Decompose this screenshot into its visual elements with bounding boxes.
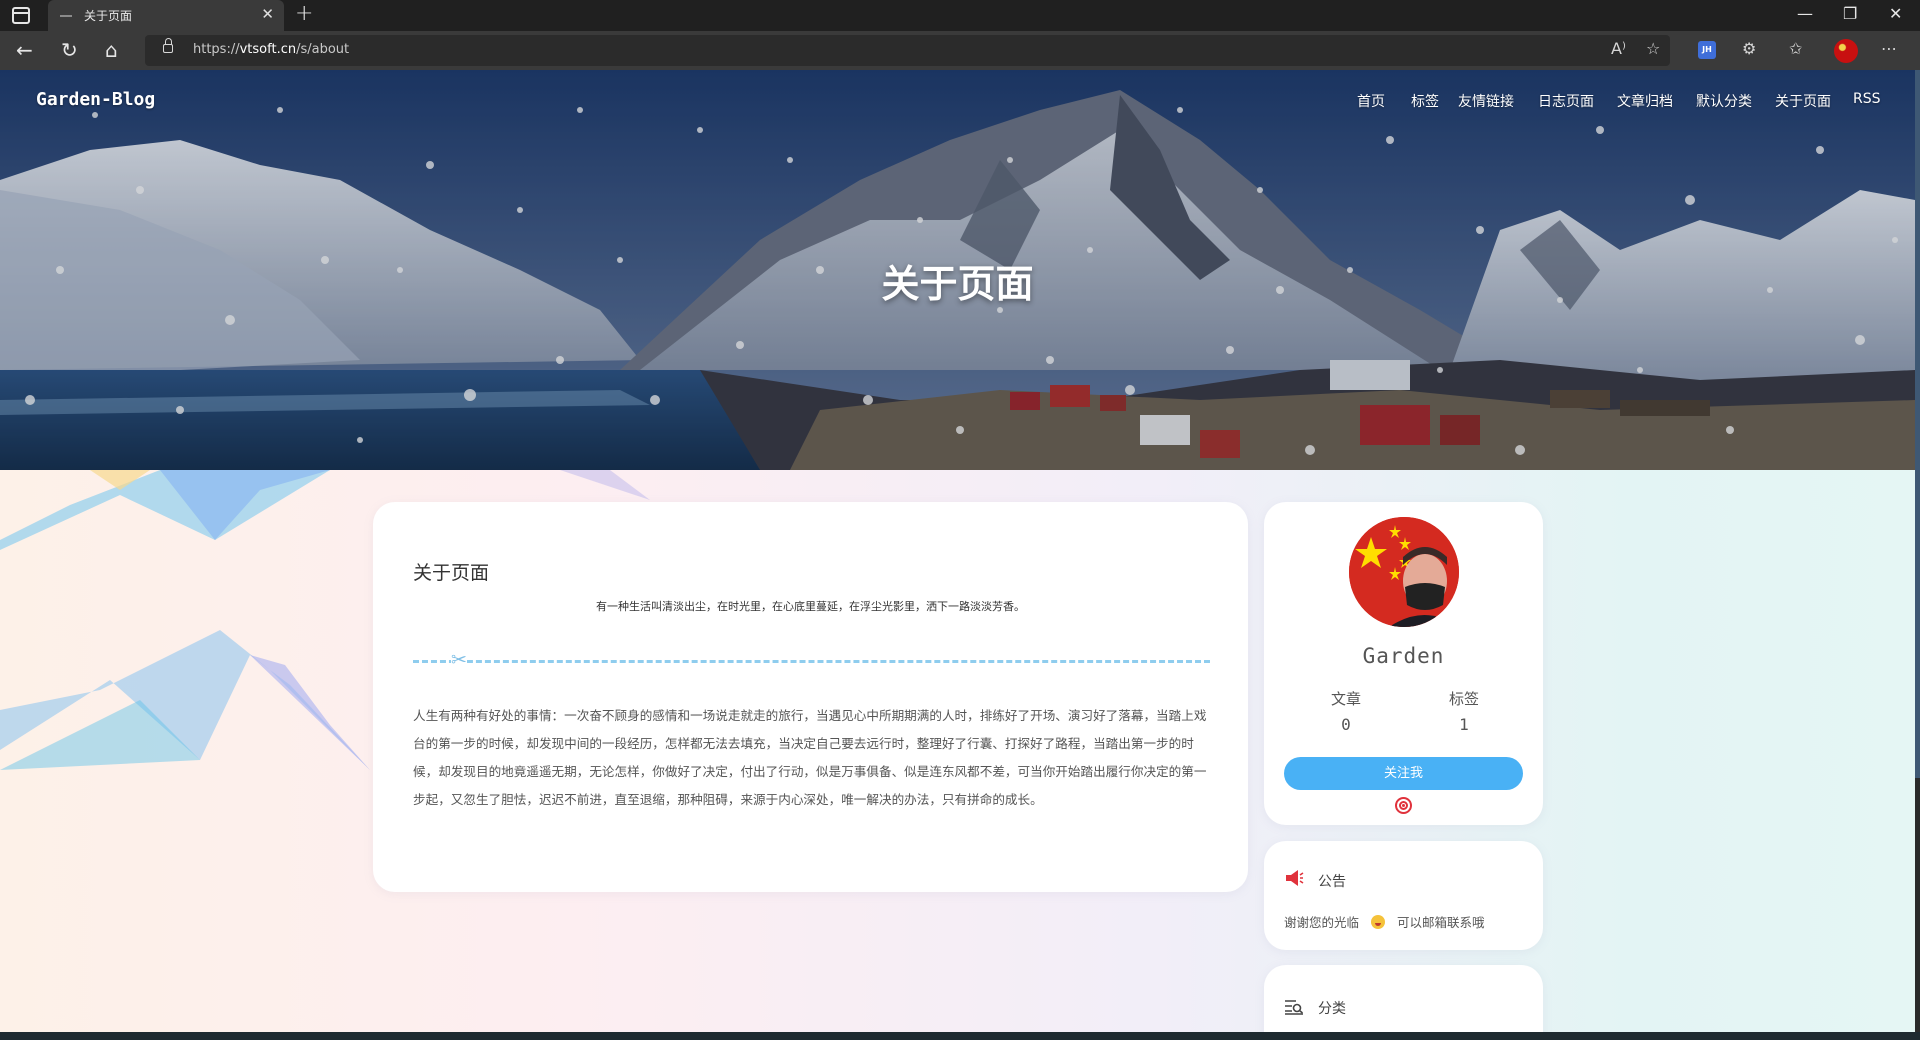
tab-actions-icon[interactable] — [12, 7, 30, 24]
minimize-icon[interactable]: — — [1797, 4, 1813, 23]
site-brand[interactable]: Garden-Blog — [36, 89, 155, 110]
article-title: 关于页面 — [413, 562, 490, 584]
dashed-divider — [413, 660, 1210, 663]
back-icon[interactable]: ← — [16, 38, 33, 62]
announcement-title: 公告 — [1318, 874, 1346, 890]
announcement-text: 谢谢您的光临 可以邮箱联系哦 — [1284, 915, 1485, 930]
stat-value-tags[interactable]: 1 — [1424, 715, 1504, 734]
scissors-icon: ✂ — [451, 649, 467, 671]
nav-archive[interactable]: 文章归档 — [1617, 91, 1673, 111]
new-tab-button[interactable]: + — [295, 1, 313, 26]
stat-value-articles[interactable]: 0 — [1306, 715, 1386, 734]
stat-label-tags[interactable]: 标签 — [1424, 688, 1504, 709]
tab-favicon-icon — [60, 15, 72, 17]
author-avatar[interactable] — [1349, 517, 1459, 627]
nav-home[interactable]: 首页 — [1357, 91, 1385, 111]
scrollbar-thumb[interactable] — [1915, 70, 1920, 778]
add-favorite-icon[interactable]: ☆ — [1646, 39, 1660, 58]
author-card: Garden 文章 0 标签 1 关注我 — [1264, 502, 1543, 825]
category-list-icon — [1285, 1000, 1304, 1015]
hero-title: 关于页面 — [881, 262, 1034, 306]
nav-journal[interactable]: 日志页面 — [1538, 91, 1594, 111]
hero-banner: Garden-Blog 首页 标签 友情链接 日志页面 文章归档 默认分类 关于… — [0, 70, 1915, 470]
author-name: Garden — [1362, 644, 1445, 668]
home-icon[interactable]: ⌂ — [105, 38, 118, 62]
category-card: 分类 — [1264, 965, 1543, 1032]
target-icon[interactable] — [1395, 797, 1412, 814]
nav-about[interactable]: 关于页面 — [1775, 91, 1831, 111]
extensions-icon[interactable]: ⚙ — [1742, 39, 1756, 58]
profile-avatar-icon[interactable] — [1834, 39, 1858, 63]
follow-button[interactable]: 关注我 — [1284, 757, 1523, 790]
smile-emoji-icon — [1371, 915, 1386, 929]
favorites-icon[interactable]: ✩ — [1789, 39, 1802, 58]
megaphone-icon — [1286, 870, 1304, 886]
address-bar[interactable]: https://vtsoft.cn/s/about — [145, 35, 1670, 66]
lock-icon[interactable] — [163, 38, 173, 53]
nav-default-category[interactable]: 默认分类 — [1696, 91, 1752, 111]
nav-friend-links[interactable]: 友情链接 — [1458, 91, 1514, 111]
flag-avatar-graphic — [1349, 517, 1459, 627]
restore-icon[interactable]: ❐ — [1843, 4, 1857, 23]
url-text[interactable]: https://vtsoft.cn/s/about — [193, 42, 349, 57]
tab-close-icon[interactable]: ✕ — [261, 5, 274, 23]
settings-more-icon[interactable]: ⋯ — [1881, 39, 1897, 58]
browser-toolbar: ← ↻ ⌂ https://vtsoft.cn/s/about A⁾ ☆ JH … — [0, 31, 1920, 70]
stat-label-articles[interactable]: 文章 — [1306, 688, 1386, 709]
article-motto: 有一种生活叫清淡出尘，在时光里，在心底里蔓延，在浮尘光影里，洒下一路淡淡芳香。 — [596, 600, 1025, 613]
nav-tags[interactable]: 标签 — [1411, 91, 1439, 111]
extension-jh-icon[interactable]: JH — [1698, 41, 1716, 59]
close-window-icon[interactable]: ✕ — [1889, 4, 1902, 23]
page-viewport: Garden-Blog 首页 标签 友情链接 日志页面 文章归档 默认分类 关于… — [0, 70, 1920, 1032]
article-card: 关于页面 有一种生活叫清淡出尘，在时光里，在心底里蔓延，在浮尘光影里，洒下一路淡… — [373, 502, 1248, 892]
read-aloud-icon[interactable]: A⁾ — [1611, 39, 1626, 58]
page-scrollbar[interactable] — [1915, 70, 1920, 1032]
announcement-card: 公告 谢谢您的光临 可以邮箱联系哦 — [1264, 841, 1543, 950]
refresh-icon[interactable]: ↻ — [61, 38, 78, 62]
tab-title: 关于页面 — [84, 9, 133, 23]
window-bottom-edge — [0, 1032, 1920, 1040]
nav-rss[interactable]: RSS — [1853, 91, 1881, 107]
article-body: 人生有两种有好处的事情：一次奋不顾身的感情和一场说走就走的旅行，当遇见心中所期期… — [413, 708, 1207, 807]
browser-titlebar: 关于页面 ✕ + — ❐ ✕ — [0, 0, 1920, 31]
category-title: 分类 — [1318, 1001, 1346, 1017]
browser-tab[interactable]: 关于页面 ✕ — [48, 0, 284, 31]
